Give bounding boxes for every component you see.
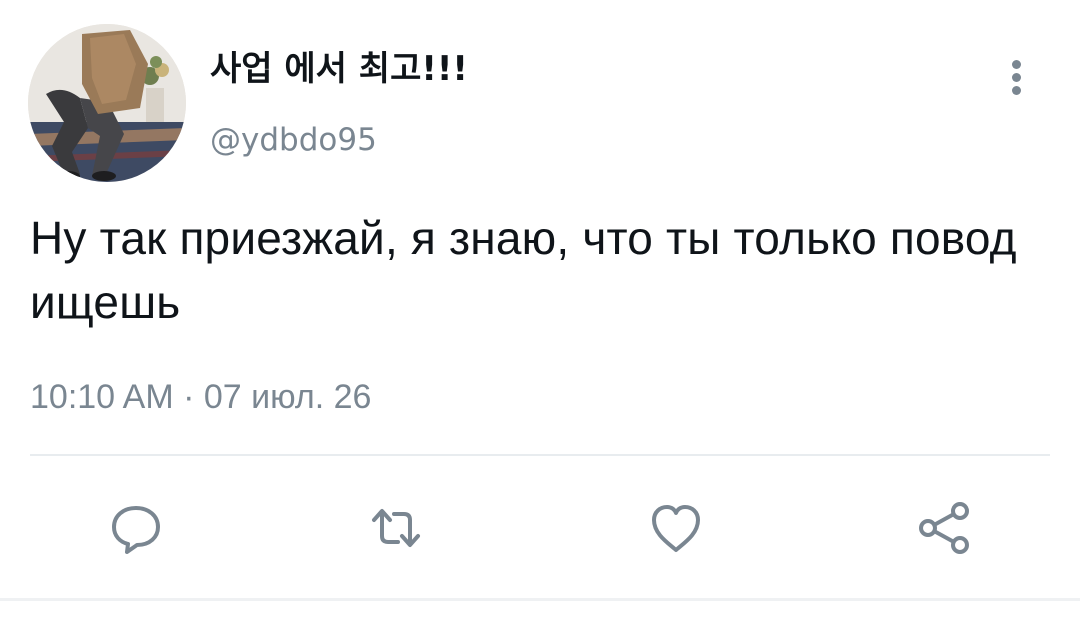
comment-icon — [112, 506, 160, 554]
reply-button[interactable] — [106, 498, 166, 558]
retweet-button[interactable] — [366, 498, 426, 558]
avatar[interactable] — [28, 24, 186, 182]
tweet-timestamp[interactable]: 10:10 AM · 07 июл. 26 — [30, 370, 371, 424]
tweet-text: Ну так приезжай, я знаю, что ты только п… — [30, 212, 1017, 328]
divider — [30, 454, 1050, 456]
author-display-name[interactable]: 사업 에서 최고!!! — [210, 44, 468, 94]
share-icon — [919, 502, 969, 554]
share-button[interactable] — [914, 498, 974, 558]
tweet-card: 사업 에서 최고!!! @ydbdo95 Ну так приезжай, я … — [0, 0, 1080, 618]
more-options-button[interactable] — [1000, 54, 1034, 98]
more-dot-icon — [1012, 86, 1021, 95]
retweet-icon — [372, 509, 420, 547]
more-dot-icon — [1012, 60, 1021, 69]
author-handle[interactable]: @ydbdo95 — [210, 118, 377, 162]
heart-icon — [652, 505, 700, 552]
more-dot-icon — [1012, 73, 1021, 82]
bottom-divider — [0, 598, 1080, 601]
like-button[interactable] — [646, 498, 706, 558]
